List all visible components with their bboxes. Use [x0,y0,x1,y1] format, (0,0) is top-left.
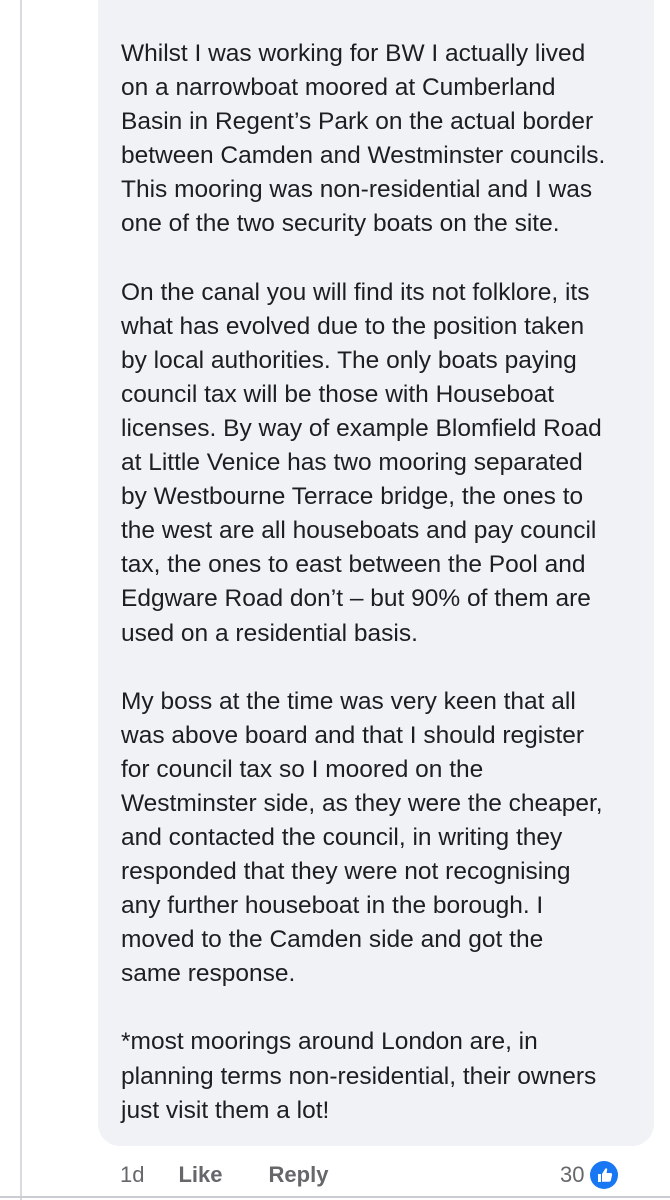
comment-actions: 1d Like Reply [120,1158,374,1192]
thread-line [20,0,22,1200]
comment-paragraph-4: *most moorings around London are, in pla… [121,1028,597,1124]
reaction-summary[interactable]: 30 [560,1158,619,1192]
comment-paragraph-1: Whilst I was working for BW I actually l… [121,40,606,238]
reply-button[interactable]: Reply [269,1162,329,1188]
comment-timestamp[interactable]: 1d [120,1162,144,1188]
reaction-count: 30 [560,1162,585,1187]
comment-bubble: · / · · / · Whilst I was working for BW … [98,0,654,1146]
like-button[interactable]: Like [178,1162,222,1188]
bottom-divider [0,1196,670,1198]
comment-paragraph-3: My boss at the time was very keen that a… [121,687,603,988]
comment-paragraph-2: On the canal you will find its not folkl… [121,278,602,647]
thumbs-up-icon [590,1161,619,1189]
